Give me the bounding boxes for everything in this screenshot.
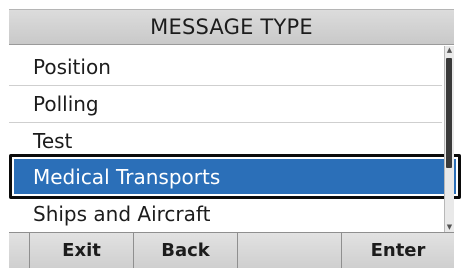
softkey-spacer — [9, 233, 29, 268]
list-item-position[interactable]: Position — [9, 49, 442, 85]
exit-button[interactable]: Exit — [29, 233, 133, 268]
scrollbar[interactable]: ▲ ▼ — [444, 46, 454, 232]
list-item-medical-transports[interactable]: Medical Transports — [14, 159, 456, 194]
triangle-down-icon[interactable]: ▼ — [445, 223, 454, 232]
enter-button-label: Enter — [370, 240, 426, 261]
triangle-up-icon[interactable]: ▲ — [445, 46, 454, 55]
exit-button-label: Exit — [62, 240, 101, 261]
lcd-screen: MESSAGE TYPE Position Polling Test Ships… — [0, 0, 462, 271]
back-button[interactable]: Back — [133, 233, 237, 268]
blank-softkey[interactable] — [237, 233, 341, 268]
scrollbar-thumb[interactable] — [446, 58, 452, 168]
enter-button[interactable]: Enter — [341, 233, 454, 268]
list-item-label: Ships and Aircraft — [33, 202, 211, 226]
list-item-label: Position — [33, 55, 111, 79]
list-item-label: Polling — [33, 92, 99, 116]
list-item-polling[interactable]: Polling — [9, 86, 442, 122]
message-type-list: Position Polling Test Ships and Aircraft — [9, 46, 442, 232]
list-item-label: Medical Transports — [33, 164, 221, 189]
page-title-text: MESSAGE TYPE — [150, 15, 313, 39]
list-item-label: Test — [33, 129, 73, 153]
page-title: MESSAGE TYPE — [9, 9, 454, 45]
list-item-ships-and-aircraft[interactable]: Ships and Aircraft — [9, 196, 442, 232]
back-button-label: Back — [161, 240, 210, 261]
softkey-bar: Exit Back Enter — [9, 232, 454, 268]
